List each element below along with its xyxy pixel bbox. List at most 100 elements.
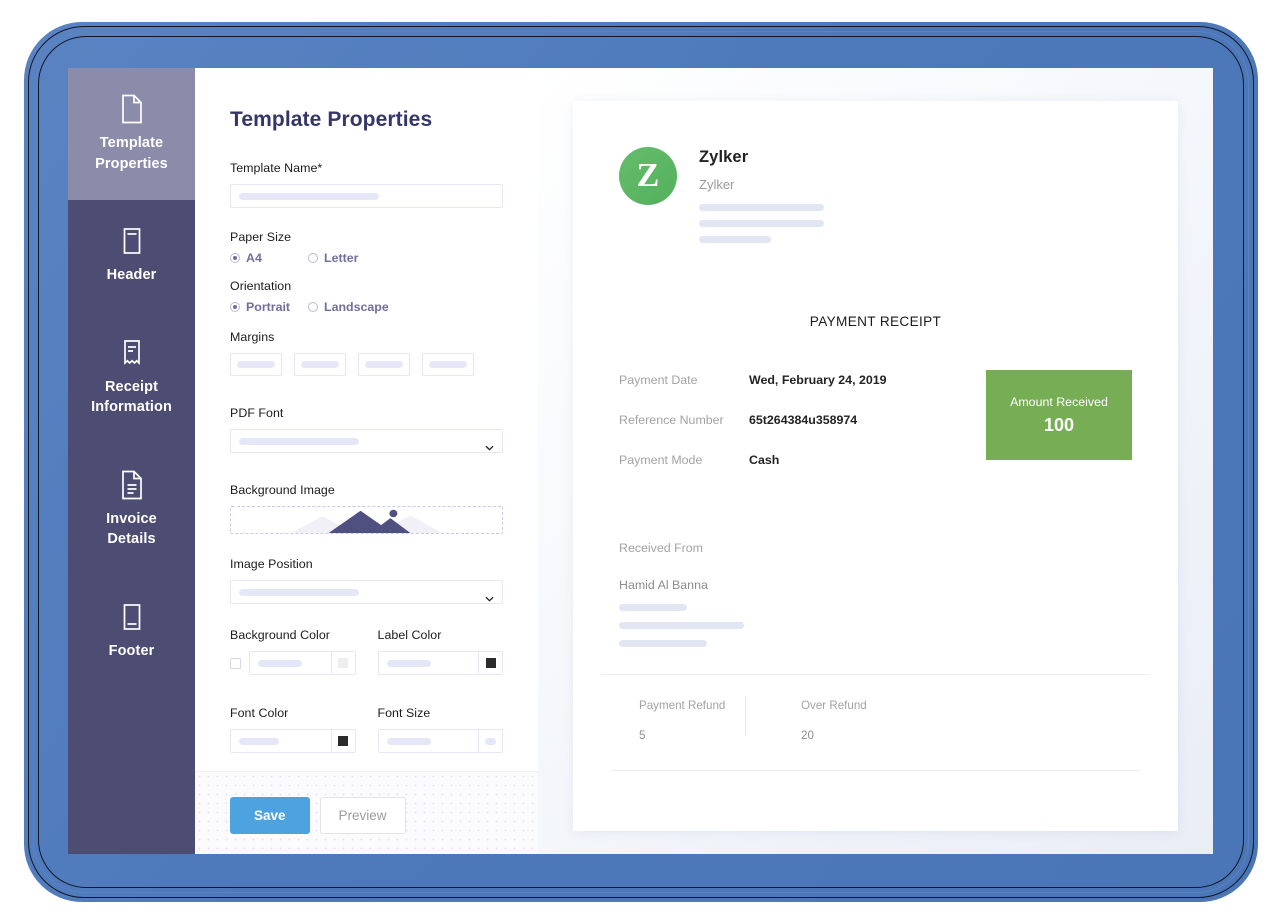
background-image-dropzone[interactable] xyxy=(230,506,503,534)
radio-label: Letter xyxy=(324,251,359,265)
refund-column-over-refund: Over Refund 20 xyxy=(773,699,907,742)
margin-left-input[interactable] xyxy=(422,353,474,376)
sidebar-item-template-properties[interactable]: Template Properties xyxy=(68,68,195,201)
field-background-image: Background Image xyxy=(230,483,503,534)
header-block-icon xyxy=(119,226,145,256)
margin-right-input[interactable] xyxy=(294,353,346,376)
orientation-label: Orientation xyxy=(230,279,292,293)
paper-size-radio-group: A4 Letter xyxy=(230,251,503,265)
radio-paper-size-letter[interactable]: Letter xyxy=(308,251,358,265)
chevron-down-icon xyxy=(485,589,494,602)
radio-orientation-portrait[interactable]: Portrait xyxy=(230,300,308,314)
chevron-down-icon xyxy=(485,438,494,451)
placeholder-bar xyxy=(239,737,279,745)
radio-dot-icon xyxy=(230,253,240,263)
field-value: 65t264384u358974 xyxy=(749,413,858,427)
receipt-details: Payment Date Wed, February 24, 2019 Refe… xyxy=(619,370,1132,493)
save-button[interactable]: Save xyxy=(230,797,310,834)
sidebar-item-label: Receipt Information xyxy=(91,378,172,416)
radio-orientation-landscape[interactable]: Landscape xyxy=(308,300,389,314)
background-color-input[interactable] xyxy=(249,651,356,675)
radio-label: Portrait xyxy=(246,300,291,314)
field-row-payment-mode: Payment Mode Cash xyxy=(619,453,986,467)
placeholder-bar xyxy=(619,640,707,647)
field-font-color: Font Color xyxy=(230,706,356,753)
sidebar: Template Properties Header Receipt Infor… xyxy=(68,68,195,854)
company-address-placeholder xyxy=(699,204,824,243)
background-image-label: Background Image xyxy=(230,483,335,497)
sidebar-item-invoice-details[interactable]: Invoice Details xyxy=(68,444,195,576)
form-actions-bar: Save Preview xyxy=(195,771,538,854)
placeholder-bar xyxy=(239,437,359,445)
received-from-name: Hamid Al Banna xyxy=(619,578,708,592)
refund-label: Over Refund xyxy=(801,699,867,712)
placeholder-bar xyxy=(386,737,431,745)
font-size-input[interactable] xyxy=(377,729,503,753)
placeholder-bar xyxy=(239,192,379,200)
swatch-box xyxy=(338,658,348,668)
paper-size-label: Paper Size xyxy=(230,230,292,244)
background-color-checkbox[interactable] xyxy=(230,657,241,669)
amount-received-value: 100 xyxy=(1043,414,1075,435)
margins-label: Margins xyxy=(230,330,275,344)
label-color-input[interactable] xyxy=(377,651,503,675)
pdf-font-select[interactable] xyxy=(230,429,503,453)
field-paper-size: Paper Size A4 Letter xyxy=(230,230,503,265)
app-screen: Template Properties Header Receipt Infor… xyxy=(68,68,1213,854)
row-background-and-label-color: Background Color Label Color xyxy=(230,628,503,675)
refund-columns: Payment Refund 5 Over Refund 20 xyxy=(601,675,1150,742)
margin-top-input[interactable] xyxy=(230,353,282,376)
placeholder-bar xyxy=(619,622,744,629)
footer-block-icon xyxy=(119,602,145,632)
invoice-document-icon xyxy=(119,470,145,500)
font-size-label: Font Size xyxy=(377,706,431,720)
receipt-field-list: Payment Date Wed, February 24, 2019 Refe… xyxy=(619,373,986,493)
field-row-payment-date: Payment Date Wed, February 24, 2019 xyxy=(619,373,986,387)
amount-received-box: Amount Received 100 xyxy=(986,370,1132,460)
label-color-swatch[interactable] xyxy=(478,652,502,674)
font-color-swatch[interactable] xyxy=(330,730,355,752)
font-color-input[interactable] xyxy=(230,729,356,753)
placeholder-bar xyxy=(699,204,824,211)
font-size-stepper[interactable] xyxy=(478,730,502,752)
field-template-name: Template Name* xyxy=(230,161,503,208)
field-pdf-font: PDF Font xyxy=(230,406,503,453)
placeholder-bar xyxy=(699,236,771,243)
background-color-swatch[interactable] xyxy=(330,652,355,674)
preview-button[interactable]: Preview xyxy=(319,797,406,834)
sidebar-item-label: Footer xyxy=(108,643,155,660)
company-info: Zylker Zylker xyxy=(699,147,824,252)
received-from-block: Received From Hamid Al Banna xyxy=(619,541,1132,647)
field-margins: Margins xyxy=(230,330,503,376)
placeholder-bar xyxy=(386,659,431,667)
sidebar-item-footer[interactable]: Footer xyxy=(68,576,195,688)
form-scroll-area: Template Properties Template Name* Paper… xyxy=(195,68,538,771)
field-label: Payment Mode xyxy=(619,453,703,467)
pdf-font-label: PDF Font xyxy=(230,406,284,420)
image-position-select[interactable] xyxy=(230,580,503,604)
field-row-reference-number: Reference Number 65t264384u358974 xyxy=(619,413,986,427)
field-label-color: Label Color xyxy=(377,628,503,675)
radio-label: Landscape xyxy=(324,300,389,314)
placeholder-bar xyxy=(365,361,403,368)
sidebar-item-label: Template Properties xyxy=(95,135,168,172)
field-value: Cash xyxy=(749,453,780,467)
placeholder-bar xyxy=(619,604,687,611)
radio-dot-icon xyxy=(308,302,318,312)
receipt-document: Z Zylker Zylker PAYMENT RECEIPT Payment … xyxy=(573,101,1178,831)
radio-paper-size-a4[interactable]: A4 xyxy=(230,251,308,265)
margin-bottom-input[interactable] xyxy=(358,353,410,376)
image-position-label: Image Position xyxy=(230,557,313,571)
template-properties-form: Template Properties Template Name* Paper… xyxy=(195,68,538,854)
sidebar-item-header[interactable]: Header xyxy=(68,200,195,312)
divider xyxy=(611,770,1140,771)
receipt-title: PAYMENT RECEIPT xyxy=(809,314,942,329)
company-name: Zylker xyxy=(699,148,749,166)
refund-label: Payment Refund xyxy=(639,699,726,712)
radio-dot-icon xyxy=(230,302,240,312)
template-name-input[interactable] xyxy=(230,184,503,208)
placeholder-bar xyxy=(239,588,359,596)
sidebar-item-receipt-information[interactable]: Receipt Information xyxy=(68,312,195,444)
sidebar-item-label: Invoice Details xyxy=(106,510,157,548)
document-icon xyxy=(119,94,145,124)
